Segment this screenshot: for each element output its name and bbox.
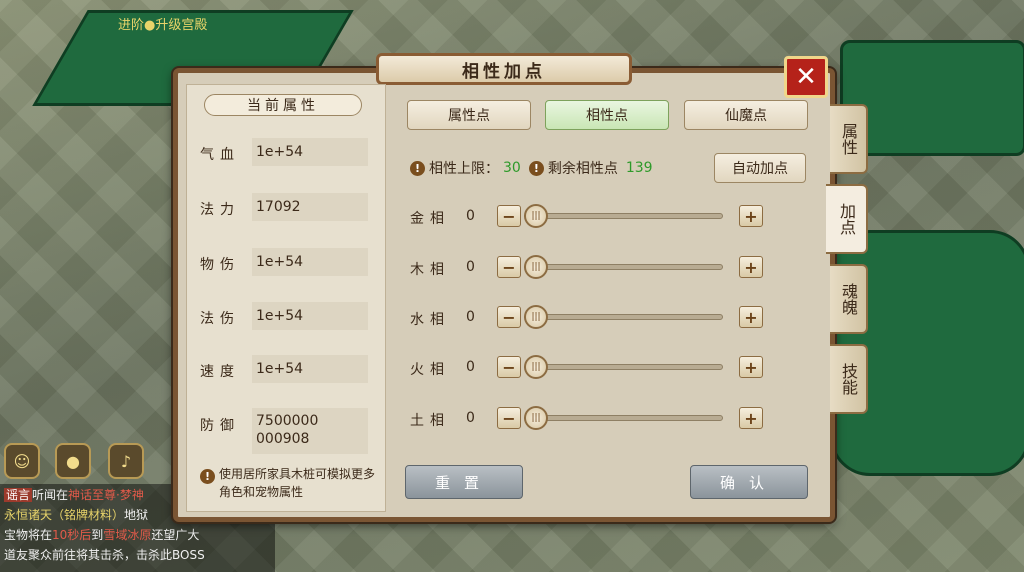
affinity-value: 0 <box>466 359 475 375</box>
affinity-label: 水相 <box>410 312 450 328</box>
affinity-cap-value: 30 <box>503 160 521 176</box>
affinity-slider-track[interactable] <box>524 213 723 219</box>
decrease-button[interactable]: − <box>497 205 521 227</box>
slider-knob[interactable]: ||| <box>524 204 548 228</box>
affinity-label: 金相 <box>410 211 450 227</box>
increase-button[interactable]: + <box>739 205 763 227</box>
increase-button[interactable]: + <box>739 306 763 328</box>
attribute-value: 1e+54 <box>252 248 368 276</box>
attribute-label: 法伤 <box>200 311 240 327</box>
affinity-slider-track[interactable] <box>524 364 723 370</box>
attribute-label: 气血 <box>200 147 240 163</box>
increase-button[interactable]: + <box>739 407 763 429</box>
increase-button[interactable]: + <box>739 356 763 378</box>
side-tab-skills[interactable]: 技能 <box>830 344 868 414</box>
affinity-label: 木相 <box>410 262 450 278</box>
side-tab-add-points[interactable]: 加点 <box>826 184 868 254</box>
chat-line-3: 宝物将在10秒后到雪域冰原还望广大 <box>4 528 200 542</box>
tab-affinity-points[interactable]: 相性点 <box>545 100 669 130</box>
affinity-value: 0 <box>466 309 475 325</box>
panel-title: 相性加点 <box>376 53 632 85</box>
attribute-label: 物伤 <box>200 257 240 273</box>
attribute-value: 17092 <box>252 193 368 221</box>
voice-mic-icon[interactable]: ♪ <box>108 443 144 479</box>
affinity-value: 0 <box>466 259 475 275</box>
slider-knob[interactable]: ||| <box>524 255 548 279</box>
slider-knob[interactable]: ||| <box>524 305 548 329</box>
side-tab-attributes[interactable]: 属性 <box>830 104 868 174</box>
chat-bubble-icon[interactable]: ● <box>55 443 91 479</box>
remaining-points-value: 139 <box>625 160 653 176</box>
close-button[interactable]: ✕ <box>784 56 828 98</box>
info-icon[interactable]: ! <box>410 160 425 176</box>
affinity-value: 0 <box>466 208 475 224</box>
affinity-slider-track[interactable] <box>524 264 723 270</box>
attribute-value: 1e+54 <box>252 138 368 166</box>
chat-line-2: 永恒诸天（铭牌材料）地狱 <box>4 508 149 522</box>
affinity-limit-row: ! 相性上限： 30 ! 剩余相性点 139 <box>410 158 653 178</box>
chat-line-4: 道友聚众前往将其击杀，击杀此BOSS <box>4 548 205 562</box>
current-attributes-header: 当前属性 <box>204 94 362 116</box>
attribute-value: 1e+54 <box>252 302 368 330</box>
decrease-button[interactable]: − <box>497 256 521 278</box>
increase-button[interactable]: + <box>739 256 763 278</box>
affinity-label: 土相 <box>410 413 450 429</box>
tab-attribute-points[interactable]: 属性点 <box>407 100 531 130</box>
slider-knob[interactable]: ||| <box>524 406 548 430</box>
attribute-label: 速度 <box>200 364 240 380</box>
attribute-label: 法力 <box>200 202 240 218</box>
info-icon[interactable]: ! <box>528 160 544 176</box>
chat-line-1: 谣言 听闻在神话至尊·梦神 <box>4 488 144 502</box>
affinity-slider-track[interactable] <box>524 314 723 320</box>
character-avatar-icon[interactable]: ☺ <box>4 443 40 479</box>
confirm-button[interactable]: 确认 <box>690 465 808 499</box>
tab-immortal-demon-points[interactable]: 仙魔点 <box>684 100 808 130</box>
reset-button[interactable]: 重置 <box>405 465 523 499</box>
decrease-button[interactable]: − <box>497 306 521 328</box>
info-icon: ! <box>200 469 215 484</box>
attribute-label: 防御 <box>200 418 240 434</box>
attribute-value: 7500000 000908 <box>252 408 368 454</box>
decrease-button[interactable]: − <box>497 356 521 378</box>
side-tab-soul[interactable]: 魂魄 <box>830 264 868 334</box>
affinity-slider-track[interactable] <box>524 415 723 421</box>
slider-knob[interactable]: ||| <box>524 355 548 379</box>
affinity-label: 火相 <box>410 362 450 378</box>
quest-hint-text: 进阶●升级宫殿 <box>118 18 208 33</box>
attribute-value: 1e+54 <box>252 355 368 383</box>
affinity-value: 0 <box>466 410 475 426</box>
decrease-button[interactable]: − <box>497 407 521 429</box>
auto-assign-button[interactable]: 自动加点 <box>714 153 806 183</box>
simulation-note: ! 使用居所家具木桩可模拟更多角色和宠物属性 <box>200 465 375 501</box>
